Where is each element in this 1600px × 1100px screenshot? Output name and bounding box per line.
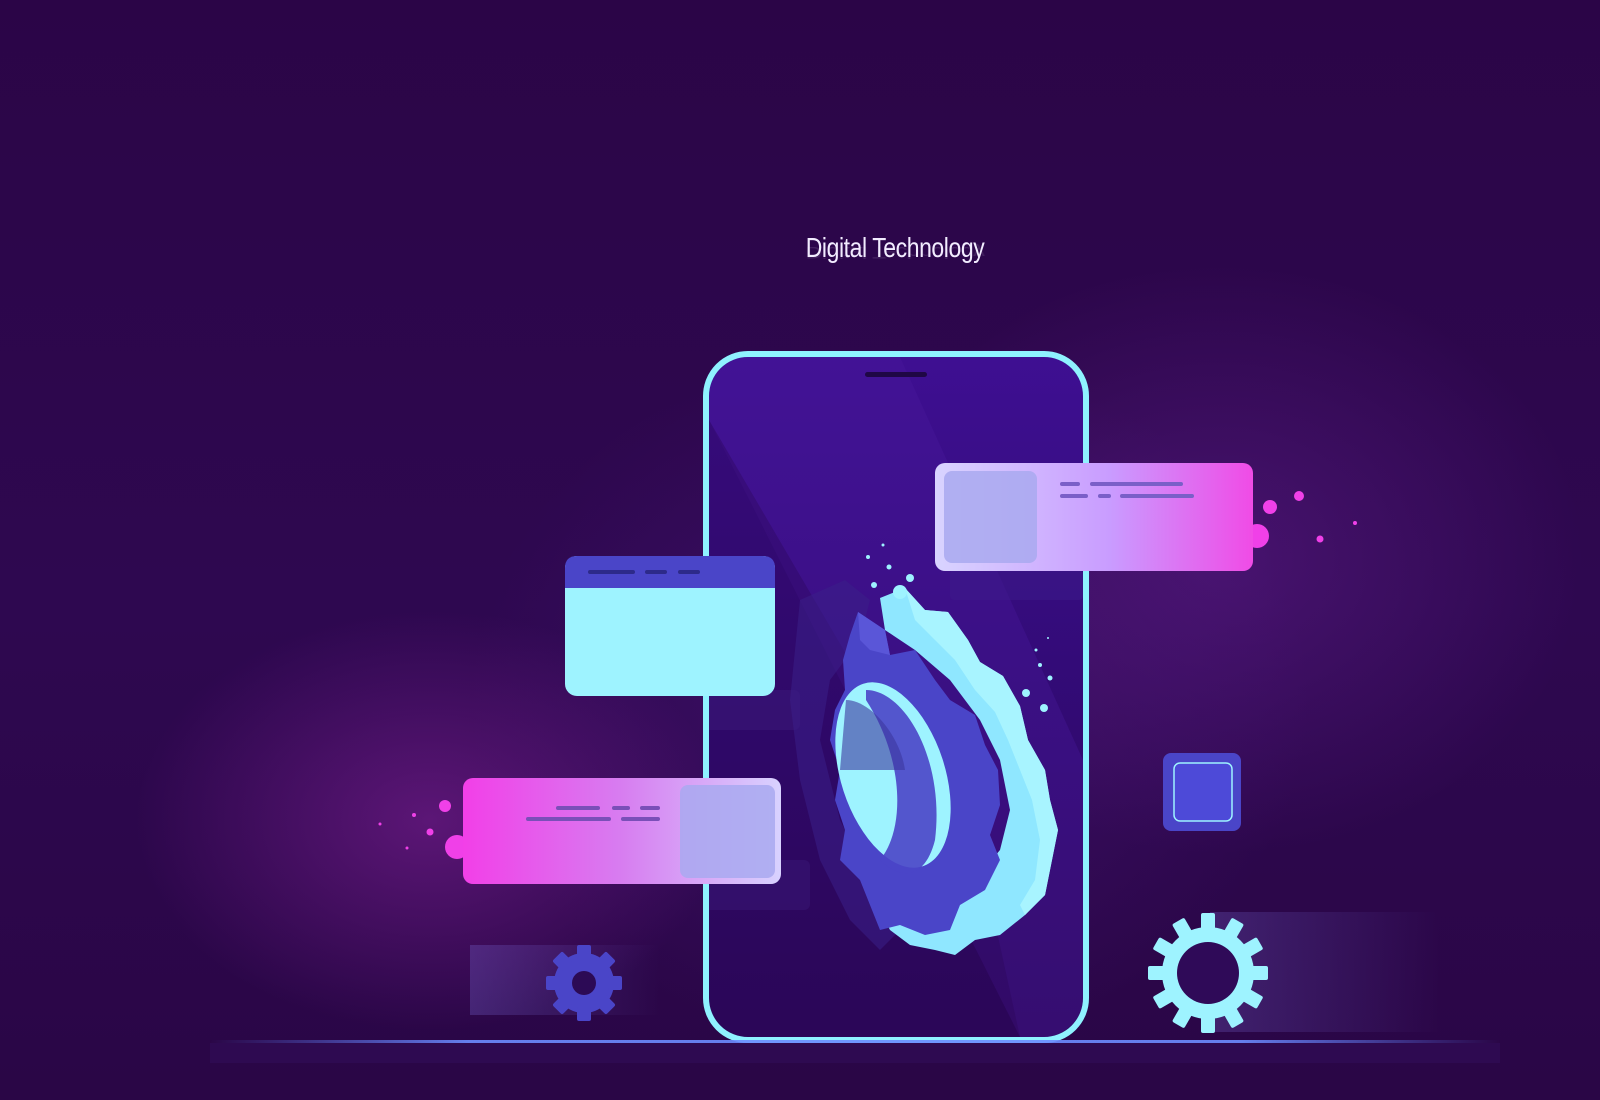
square-chip-icon [1163, 753, 1241, 831]
magenta-dots-left [378, 800, 451, 850]
browser-window-icon [565, 556, 775, 696]
phone-speaker [865, 372, 927, 377]
hero-title-reflection: Digital Technology [805, 243, 985, 262]
gear-icon [546, 945, 622, 1021]
chat-bubble-icon [935, 463, 1269, 571]
illustration-scene: Digital Technology Digital Technology [0, 0, 1600, 1100]
chat-bubble-icon [445, 778, 781, 884]
floor-glow [210, 1043, 1500, 1063]
floor-line [210, 1040, 1500, 1043]
illustration-artwork [210, 351, 1500, 1063]
magenta-dots-right [1263, 491, 1357, 543]
